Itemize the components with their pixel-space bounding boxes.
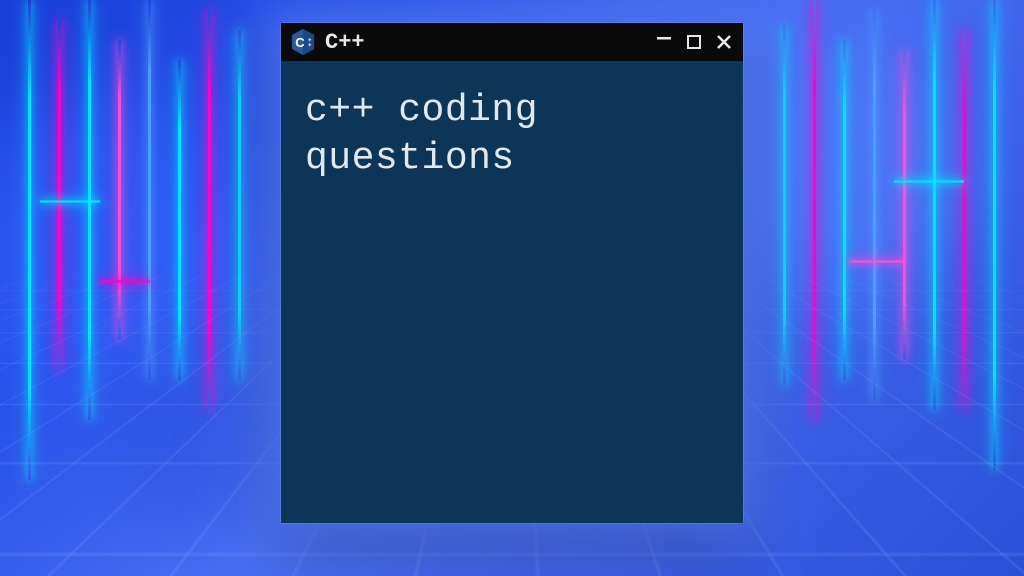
window-title: C++ (325, 30, 645, 55)
window-controls (655, 33, 733, 51)
cpp-logo-icon: C + + (291, 28, 315, 56)
titlebar[interactable]: C + + C++ (281, 23, 743, 61)
close-button[interactable] (715, 33, 733, 51)
terminal-content: c++ coding questions (305, 87, 719, 182)
svg-text:C: C (295, 35, 305, 50)
maximize-button[interactable] (685, 33, 703, 51)
minimize-button[interactable] (655, 29, 673, 47)
svg-text:+: + (308, 43, 312, 49)
terminal-window: C + + C++ c++ coding questions (281, 23, 743, 523)
terminal-body[interactable]: c++ coding questions (281, 61, 743, 523)
